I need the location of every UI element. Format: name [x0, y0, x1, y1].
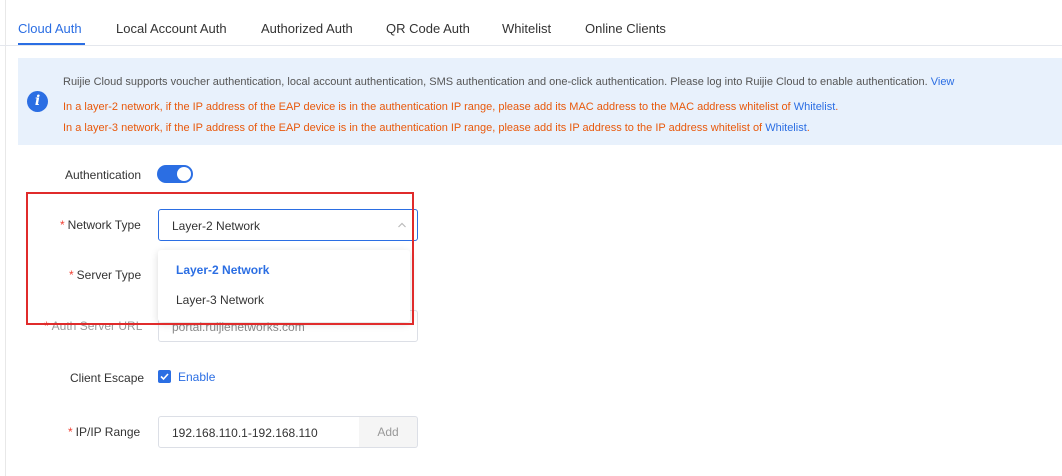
- auth-server-url-value: portal.ruijienetworks.com: [172, 320, 305, 334]
- tab-online-clients[interactable]: Online Clients: [585, 21, 666, 36]
- ip-range-value: 192.168.110.1-192.168.110: [172, 426, 318, 440]
- ip-range-label: * IP/IP Range: [68, 425, 140, 439]
- network-type-label: * Network Type: [60, 218, 141, 232]
- left-border: [5, 0, 6, 476]
- authentication-label: Authentication: [65, 168, 142, 182]
- tab-whitelist[interactable]: Whitelist: [502, 21, 551, 36]
- toggle-knob: [177, 167, 191, 181]
- active-tab-indicator: [18, 43, 85, 45]
- tab-authorized-auth[interactable]: Authorized Auth: [261, 21, 353, 36]
- ip-range-label-text: IP/IP Range: [75, 425, 141, 439]
- server-type-label: * Server Type: [69, 268, 141, 282]
- enable-label: Enable: [178, 370, 216, 384]
- checkmark-icon: [160, 373, 169, 381]
- required-mark: *: [44, 319, 49, 333]
- banner-period: .: [806, 122, 810, 134]
- banner-line-layer2: In a layer-2 network, if the IP address …: [63, 101, 838, 113]
- info-icon: i: [27, 91, 48, 112]
- ip-range-input[interactable]: 192.168.110.1-192.168.110: [158, 416, 360, 448]
- whitelist-link-layer2[interactable]: Whitelist: [794, 101, 836, 113]
- network-type-label-text: Network Type: [67, 218, 141, 232]
- client-escape-checkbox[interactable]: [158, 370, 171, 383]
- authentication-toggle[interactable]: [157, 165, 193, 183]
- auth-server-url-label-text: Auth Server URL: [51, 319, 143, 333]
- add-ip-button[interactable]: Add: [359, 416, 418, 448]
- tab-qr-code-auth[interactable]: QR Code Auth: [386, 21, 470, 36]
- tab-bar: Cloud Auth Local Account Auth Authorized…: [0, 0, 1062, 46]
- network-type-value: Layer-2 Network: [172, 219, 261, 233]
- banner-text-layer3: In a layer-3 network, if the IP address …: [63, 122, 763, 134]
- whitelist-link-layer3[interactable]: Whitelist: [765, 122, 807, 134]
- option-layer-3-network[interactable]: Layer-3 Network: [158, 285, 410, 315]
- network-type-select[interactable]: Layer-2 Network: [158, 209, 418, 241]
- tab-local-account-auth[interactable]: Local Account Auth: [116, 21, 227, 36]
- network-type-dropdown: Layer-2 Network Layer-3 Network: [158, 250, 410, 322]
- option-layer-2-network[interactable]: Layer-2 Network: [158, 255, 410, 285]
- client-escape-label: Client Escape: [70, 371, 145, 385]
- chevron-up-icon: [398, 222, 406, 228]
- banner-text-cloud: Ruijie Cloud supports voucher authentica…: [63, 76, 928, 88]
- view-link[interactable]: View: [931, 76, 955, 88]
- info-banner: i Ruijie Cloud supports voucher authenti…: [18, 58, 1062, 145]
- banner-text-layer2: In a layer-2 network, if the IP address …: [63, 101, 791, 113]
- tab-cloud-auth[interactable]: Cloud Auth: [18, 21, 82, 36]
- banner-period: .: [835, 101, 839, 113]
- banner-line-cloud: Ruijie Cloud supports voucher authentica…: [63, 76, 954, 88]
- cloud-auth-page: Cloud Auth Local Account Auth Authorized…: [0, 0, 1062, 476]
- required-mark: *: [68, 425, 73, 439]
- auth-server-url-label: * Auth Server URL: [44, 319, 142, 333]
- banner-line-layer3: In a layer-3 network, if the IP address …: [63, 122, 810, 134]
- required-mark: *: [69, 268, 74, 282]
- server-type-label-text: Server Type: [76, 268, 142, 282]
- required-mark: *: [60, 218, 65, 232]
